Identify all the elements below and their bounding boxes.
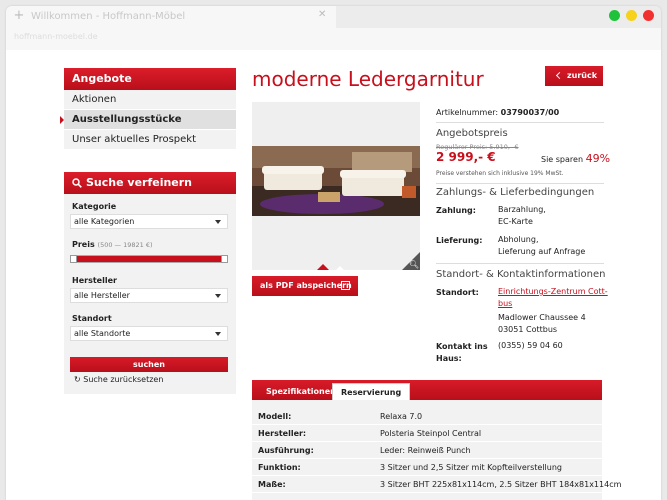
manufacturer-label: Hersteller <box>72 276 117 285</box>
spec-key: Maße: <box>258 480 286 489</box>
save-pdf-label: als PDF abspeichern <box>260 281 352 290</box>
savings: Sie sparen 49% <box>541 152 610 165</box>
product-image-area[interactable]: 🔍︎ <box>252 102 420 270</box>
close-window-dot-icon[interactable] <box>643 10 654 21</box>
close-icon[interactable]: ✕ <box>318 9 326 20</box>
search-icon <box>72 178 82 188</box>
sidebar-item-aktionen[interactable]: Aktionen <box>64 90 236 110</box>
location-title: Standort- & Kontaktinformationen <box>436 269 606 280</box>
article-number: Artikelnummer: 03790037/00 <box>436 108 559 117</box>
slider-indicator-secondary-icon <box>336 266 344 270</box>
filter-panel: Kategorie alle Kategorien Preis (500 — 1… <box>64 194 236 394</box>
page-content: Angebote Aktionen Ausstellungsstücke Uns… <box>6 50 661 500</box>
tab-reservation[interactable]: Reservierung <box>332 383 411 400</box>
slider-indicator-icon <box>317 264 329 270</box>
delivery-value-2: Lieferung auf Anfrage <box>498 247 586 256</box>
zoom-icon[interactable]: 🔍︎ <box>409 260 419 269</box>
reset-search-link[interactable]: ↻ Suche zurücksetzen <box>74 375 163 384</box>
maximize-dot-icon[interactable] <box>609 10 620 21</box>
payment-title: Zahlungs- & Lieferbedingungen <box>436 187 595 198</box>
tab-title: Willkommen - Hoffmann-Möbel <box>31 11 186 22</box>
payment-value-1: Barzahlung, <box>498 205 546 214</box>
browser-tab[interactable]: + Willkommen - Hoffmann-Möbel ✕ <box>6 6 336 28</box>
offers-header: Angebote <box>64 68 236 90</box>
location-label: Standort <box>72 314 112 323</box>
minimize-dot-icon[interactable] <box>626 10 637 21</box>
spec-value: Relaxa 7.0 <box>380 412 423 421</box>
specs-tab-bar: Spezifikationen Reservierung <box>252 380 602 400</box>
table-row: Modell: Relaxa 7.0 <box>252 408 602 425</box>
spec-key: Ausführung: <box>258 446 314 455</box>
save-pdf-button[interactable]: als PDF abspeichern <box>252 276 358 296</box>
price-slider[interactable] <box>70 255 228 263</box>
article-label: Artikelnummer: <box>436 108 499 117</box>
category-select[interactable]: alle Kategorien <box>70 214 228 229</box>
delivery-value-1: Abholung, <box>498 235 539 244</box>
table-row: Maße: 3 Sitzer BHT 225x81x114cm, 2.5 Sitz… <box>252 476 621 493</box>
spec-key: Modell: <box>258 412 292 421</box>
vat-note: Preise verstehen sich inklusive 19% MwSt… <box>436 170 564 177</box>
location-select[interactable]: alle Standorte <box>70 326 228 341</box>
street: Madlower Chaussee 4 <box>498 313 586 322</box>
offer-price-title: Angebotspreis <box>436 128 508 139</box>
divider <box>436 183 604 184</box>
divider <box>436 122 604 123</box>
tab-bar: + Willkommen - Hoffmann-Möbel ✕ <box>6 6 661 28</box>
spec-value: Leder: Reinweiß Punch <box>380 446 471 455</box>
address-bar[interactable]: hoffmann-moebel.de <box>6 28 661 50</box>
new-tab-icon[interactable]: + <box>12 8 26 24</box>
filter-header: Suche verfeinern <box>64 172 236 194</box>
spec-value: 3 Sitzer BHT 225x81x114cm, 2.5 Sitzer BH… <box>380 480 622 489</box>
price-slider-high-handle[interactable] <box>221 255 228 263</box>
product-photo <box>252 146 420 216</box>
page-title: moderne Ledergarnitur <box>252 67 484 91</box>
manufacturer-select[interactable]: alle Hersteller <box>70 288 228 303</box>
payment-value-2: EC-Karte <box>498 217 533 226</box>
address-text: hoffmann-moebel.de <box>14 32 98 41</box>
tab-specifications[interactable]: Spezifikationen <box>258 383 344 400</box>
price-slider-low-handle[interactable] <box>70 255 77 263</box>
filter-title: Suche verfeinern <box>86 176 193 189</box>
spec-key: Hersteller: <box>258 429 307 438</box>
savings-label: Sie sparen <box>541 155 584 164</box>
sidebar-item-ausstellungsstuecke[interactable]: Ausstellungsstücke <box>60 110 236 130</box>
browser-window: + Willkommen - Hoffmann-Möbel ✕ hoffmann… <box>6 6 661 500</box>
price-label: Preis (500 — 19821 €) <box>72 240 153 249</box>
search-button[interactable]: suchen <box>70 357 228 372</box>
savings-value: 49% <box>585 152 611 165</box>
location-link-2[interactable]: bus <box>498 298 512 310</box>
table-row: Funktion: 3 Sitzer und 2,5 Sitzer mit Kop… <box>252 459 602 476</box>
specs-panel: Spezifikationen Reservierung Modell: Rela… <box>252 380 621 500</box>
phone: (0355) 59 04 60 <box>498 341 563 350</box>
back-button[interactable]: zurück <box>545 66 603 86</box>
reset-icon: ↻ <box>74 375 81 384</box>
table-row: Hersteller: Polsteria Steinpol Central <box>252 425 602 442</box>
sidebar-item-prospekt[interactable]: Unser aktuelles Prospekt <box>64 130 236 150</box>
table-row: Ausführung: Leder: Reinweiß Punch <box>252 442 602 459</box>
city: 03051 Cottbus <box>498 325 558 334</box>
location-link-1[interactable]: Einrichtungs-Zentrum Cott- <box>498 286 608 298</box>
spec-value: 3 Sitzer und 2,5 Sitzer mit Kopfteilvers… <box>380 463 562 472</box>
divider <box>436 263 604 264</box>
contact-label-1: Kontakt ins <box>436 342 488 351</box>
article-value: 03790037/00 <box>500 108 560 117</box>
spec-value: Polsteria Steinpol Central <box>380 429 482 438</box>
delivery-label: Lieferung: <box>436 236 483 245</box>
price-hint: (500 — 19821 €) <box>97 241 153 249</box>
offer-price: 2 999,- € <box>436 150 496 164</box>
contact-label-2: Haus: <box>436 354 462 363</box>
floppy-disk-icon <box>341 281 350 290</box>
reset-label: Suche zurücksetzen <box>83 375 164 384</box>
category-label: Kategorie <box>72 202 117 211</box>
payment-label: Zahlung: <box>436 206 476 215</box>
spec-key: Funktion: <box>258 463 301 472</box>
location-key: Standort: <box>436 288 479 297</box>
